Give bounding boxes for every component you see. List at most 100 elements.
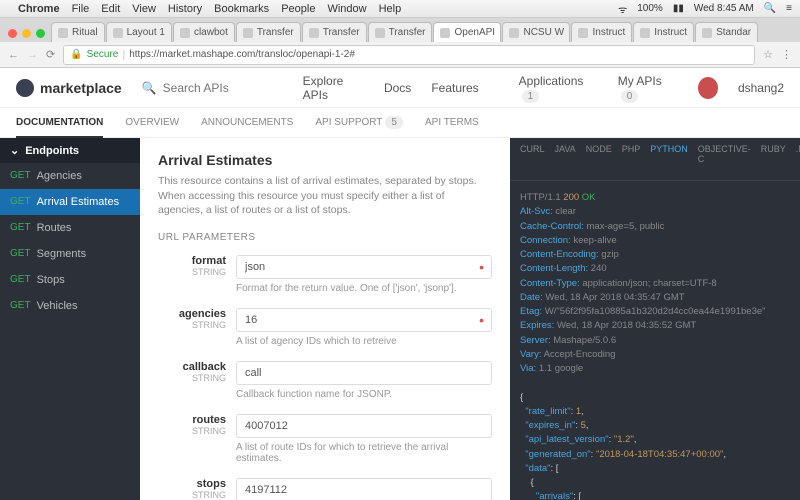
- browser-tab[interactable]: NCSU W: [502, 22, 570, 42]
- page-description: This resource contains a list of arrival…: [158, 174, 492, 218]
- nav-explore[interactable]: Explore APIs: [303, 74, 364, 102]
- param-row: agenciesSTRINGA list of agency IDs which…: [158, 308, 492, 357]
- browser-tab[interactable]: Transfer: [236, 22, 301, 42]
- param-row: routesSTRINGA list of route IDs for whic…: [158, 414, 492, 474]
- menu-history[interactable]: History: [168, 3, 202, 15]
- browser-tab[interactable]: OpenAPI: [433, 22, 501, 42]
- code-tab[interactable]: RUBY: [761, 144, 786, 174]
- param-type: STRING: [158, 320, 226, 330]
- code-panel: CURL JAVA NODE PHP PYTHON OBJECTIVE-C RUBY .NET…: [510, 138, 800, 500]
- menu-icon[interactable]: ≡: [786, 3, 792, 14]
- menu-people[interactable]: People: [281, 3, 315, 15]
- browser-tab[interactable]: Instruct: [633, 22, 694, 42]
- menu-help[interactable]: Help: [379, 3, 402, 15]
- search-wrap[interactable]: 🔍: [142, 81, 263, 95]
- search-icon: 🔍: [142, 81, 157, 95]
- subnav-item[interactable]: OVERVIEW: [125, 117, 179, 128]
- clock: Wed 8:45 AM: [694, 3, 754, 14]
- param-input[interactable]: [236, 361, 492, 385]
- back-icon[interactable]: ←: [8, 49, 19, 61]
- param-input[interactable]: [236, 308, 492, 332]
- subnav-item[interactable]: API TERMS: [425, 117, 479, 128]
- search-input[interactable]: [163, 81, 263, 95]
- extensions-icon[interactable]: ⋮: [781, 48, 792, 61]
- sidebar: ⌄ Endpoints GETAgenciesGETArrival Estima…: [0, 138, 140, 500]
- code-lang-tabs: CURL JAVA NODE PHP PYTHON OBJECTIVE-C RUBY .NET…: [510, 138, 800, 181]
- param-type: STRING: [158, 426, 226, 436]
- sidebar-heading[interactable]: ⌄ Endpoints: [0, 138, 140, 163]
- wifi-icon[interactable]: ᯤ: [618, 2, 627, 16]
- code-tab[interactable]: .NET: [796, 144, 800, 174]
- code-tab[interactable]: CURL: [520, 144, 545, 174]
- username[interactable]: dshang2: [738, 81, 784, 95]
- nav-docs[interactable]: Docs: [384, 81, 411, 95]
- browser-tab[interactable]: Transfer: [368, 22, 433, 42]
- code-tab[interactable]: OBJECTIVE-C: [698, 144, 751, 174]
- brand-logo[interactable]: marketplace: [16, 79, 122, 97]
- mac-menubar: Chrome File Edit View History Bookmarks …: [0, 0, 800, 18]
- param-input[interactable]: [236, 255, 492, 279]
- sidebar-item[interactable]: GETSegments: [0, 241, 140, 267]
- subnav-item[interactable]: ANNOUNCEMENTS: [201, 117, 293, 128]
- chevron-down-icon: ⌄: [10, 144, 19, 157]
- favicon-icon: [509, 28, 519, 38]
- browser-tab[interactable]: Layout 1: [106, 22, 172, 42]
- myapis-label: My APIs: [618, 74, 662, 88]
- nav-applications[interactable]: Applications 1: [519, 74, 598, 102]
- menu-view[interactable]: View: [132, 3, 156, 15]
- tab-label: NCSU W: [523, 27, 564, 38]
- subnav-item[interactable]: API SUPPORT5: [315, 117, 403, 128]
- menu-file[interactable]: File: [72, 3, 90, 15]
- code-tab[interactable]: PYTHON: [650, 144, 688, 174]
- code-tab[interactable]: JAVA: [555, 144, 576, 174]
- tab-label: OpenAPI: [454, 27, 495, 38]
- browser-tab[interactable]: Instruct: [571, 22, 632, 42]
- browser-tab[interactable]: clawbot: [173, 22, 235, 42]
- close-window-icon[interactable]: [8, 29, 17, 38]
- sidebar-item[interactable]: GETAgencies: [0, 163, 140, 189]
- favicon-icon: [58, 28, 68, 38]
- endpoint-label: Routes: [37, 222, 72, 234]
- browser-tab-strip: RitualLayout 1clawbotTransferTransferTra…: [0, 18, 800, 42]
- lock-icon: 🔒: [70, 49, 82, 60]
- menu-window[interactable]: Window: [327, 3, 366, 15]
- window-controls[interactable]: [4, 29, 51, 42]
- browser-tab[interactable]: Transfer: [302, 22, 367, 42]
- spotlight-icon[interactable]: 🔍: [764, 3, 776, 14]
- url-field[interactable]: 🔒 Secure | https://market.mashape.com/tr…: [63, 45, 755, 65]
- brand-mark-icon: [16, 79, 34, 97]
- http-method: GET: [10, 222, 31, 234]
- myapis-count: 0: [621, 90, 639, 103]
- avatar[interactable]: [698, 77, 718, 99]
- reload-icon[interactable]: ⟳: [46, 48, 55, 61]
- star-icon[interactable]: ☆: [763, 48, 773, 61]
- sidebar-item[interactable]: GETArrival Estimates: [0, 189, 140, 215]
- favicon-icon: [578, 28, 588, 38]
- menu-bookmarks[interactable]: Bookmarks: [214, 3, 269, 15]
- forward-icon[interactable]: →: [27, 49, 38, 61]
- param-row: stopsSTRINGA list of stop IDs for which …: [158, 478, 492, 500]
- nav-myapis[interactable]: My APIs 0: [618, 74, 679, 102]
- endpoint-label: Stops: [37, 274, 65, 286]
- sidebar-item[interactable]: GET Routes: [0, 215, 140, 241]
- applications-count: 1: [522, 90, 540, 103]
- browser-tab[interactable]: Ritual: [51, 22, 105, 42]
- tab-label: Ritual: [72, 27, 98, 38]
- doc-content: Arrival Estimates This resource contains…: [140, 138, 510, 500]
- subnav-item[interactable]: DOCUMENTATION: [16, 117, 103, 138]
- url-text: https://market.mashape.com/transloc/open…: [129, 49, 355, 60]
- param-input[interactable]: [236, 478, 492, 500]
- code-tab[interactable]: PHP: [622, 144, 641, 174]
- param-input[interactable]: [236, 414, 492, 438]
- sidebar-item[interactable]: GETVehicles: [0, 293, 140, 319]
- menu-app[interactable]: Chrome: [18, 3, 60, 15]
- http-method: GET: [10, 274, 31, 286]
- favicon-icon: [180, 28, 190, 38]
- zoom-window-icon[interactable]: [36, 29, 45, 38]
- minimize-window-icon[interactable]: [22, 29, 31, 38]
- code-tab[interactable]: NODE: [586, 144, 612, 174]
- nav-features[interactable]: Features: [431, 81, 478, 95]
- sidebar-item[interactable]: GET Stops: [0, 267, 140, 293]
- browser-tab[interactable]: Standar: [695, 22, 758, 42]
- menu-edit[interactable]: Edit: [101, 3, 120, 15]
